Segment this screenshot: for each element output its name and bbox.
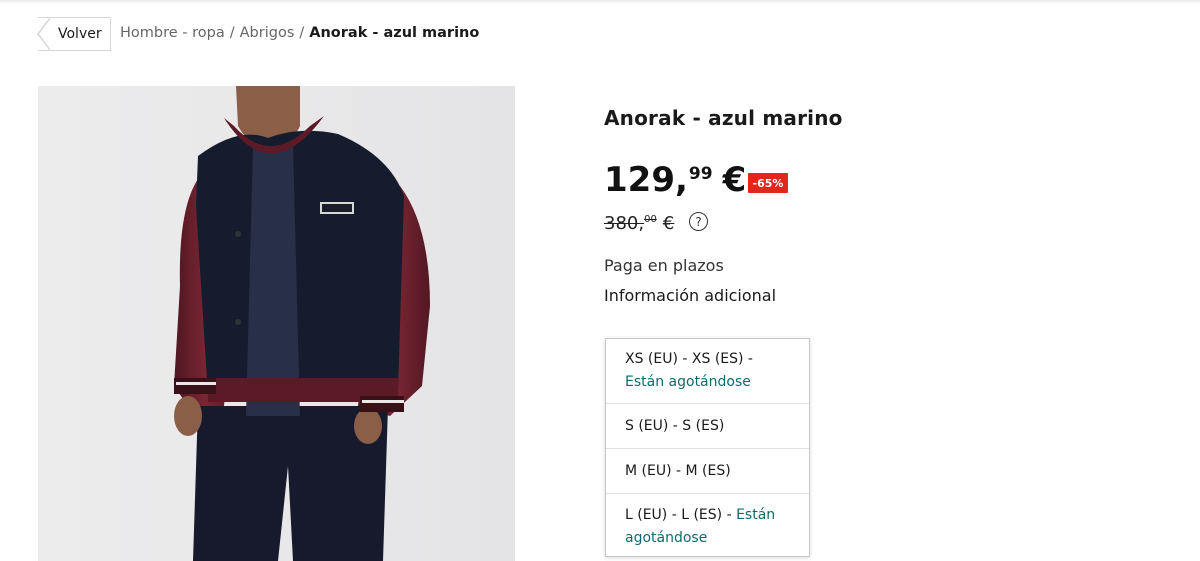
old-price-currency: € — [662, 213, 675, 234]
pay-installments-link[interactable]: Paga en plazos — [604, 256, 724, 275]
breadcrumb: Hombre - ropa / Abrigos / Anorak - azul … — [120, 25, 479, 41]
jacket-photo — [38, 86, 515, 561]
additional-info-link[interactable]: Información adicional — [604, 286, 776, 305]
size-label: M (EU) - M (ES) — [625, 462, 731, 479]
price-decimal: 99 — [688, 164, 713, 184]
price-integer: 129, — [604, 160, 688, 200]
size-option-s[interactable]: S (EU) - S (ES) — [606, 404, 809, 449]
size-option-m[interactable]: M (EU) - M (ES) — [606, 449, 809, 494]
breadcrumb-separator: / — [299, 25, 305, 41]
breadcrumb-separator: / — [229, 25, 235, 41]
size-option-xs[interactable]: XS (EU) - XS (ES) - Están agotándose — [606, 339, 809, 404]
breadcrumb-item-abrigos[interactable]: Abrigos — [240, 25, 295, 41]
product-image[interactable] — [38, 86, 515, 561]
top-shadow — [0, 0, 1200, 4]
old-price-integer: 380, — [604, 213, 645, 234]
size-label: S (EU) - S (ES) — [625, 417, 725, 434]
discount-badge: -65% — [748, 173, 788, 193]
question-circle-icon[interactable]: ? — [689, 212, 708, 231]
old-price-decimal: 00 — [644, 214, 657, 225]
breadcrumb-item-hombre-ropa[interactable]: Hombre - ropa — [120, 25, 225, 41]
size-dropdown: XS (EU) - XS (ES) - Están agotándose S (… — [605, 338, 810, 557]
original-price: 380, 00 € — [604, 212, 674, 236]
price-currency: € — [722, 160, 747, 200]
current-price: 129, 99 € — [604, 160, 746, 200]
product-title: Anorak - azul marino — [604, 106, 843, 130]
breadcrumb-current: Anorak - azul marino — [309, 25, 480, 41]
back-button[interactable]: Volver — [37, 17, 111, 51]
size-label: L (EU) - L (ES) - — [625, 506, 737, 523]
low-stock-label: Están agotándose — [625, 374, 751, 390]
size-option-l[interactable]: L (EU) - L (ES) - Están agotándose — [606, 494, 809, 559]
size-label: XS (EU) - XS (ES) - — [625, 351, 753, 367]
back-button-label: Volver — [58, 26, 102, 42]
